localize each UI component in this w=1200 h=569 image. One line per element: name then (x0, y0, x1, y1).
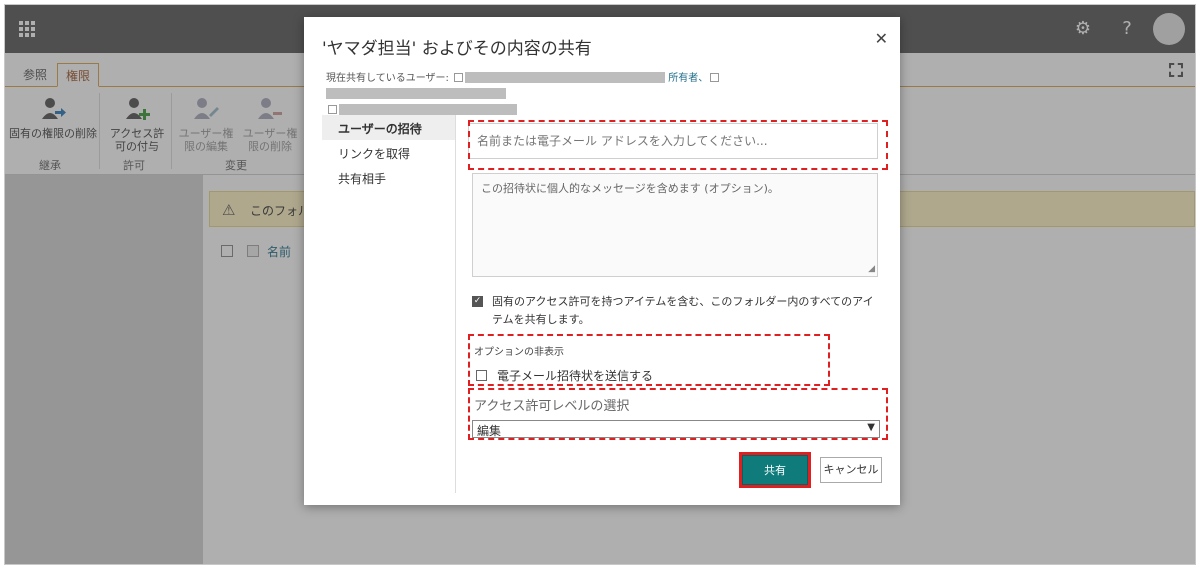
redacted-user (339, 104, 517, 115)
dialog-nav: ユーザーの招待 リンクを取得 共有相手 (322, 115, 456, 493)
share-dialog: 'ヤマダ担当' およびその内容の共有 ✕ 現在共有しているユーザー: 所有者、 … (304, 17, 900, 505)
include-items-label: 固有のアクセス許可を持つアイテムを含む、このフォルダー内のすべてのアイテムを共有… (492, 295, 874, 326)
personal-message-textarea[interactable]: この招待状に個人的なメッセージを含めます (オプション)。 ◢ (472, 173, 878, 277)
browser-frame: ⚙ ? 参照 権限 固有の権限の削除 アクセス許可の付与 ユーザー権限の編集 ユ… (4, 4, 1196, 565)
user-presence-icon (710, 73, 720, 82)
user-presence-icon (328, 105, 337, 114)
redacted-user (465, 72, 666, 83)
message-placeholder: この招待状に個人的なメッセージを含めます (オプション)。 (481, 182, 779, 195)
shared-with-line: 現在共有しているユーザー: 所有者、 (326, 71, 886, 119)
highlight-email-option (468, 334, 830, 386)
owners-link[interactable]: 所有者、 (668, 73, 708, 84)
highlight-share-button (739, 452, 811, 488)
redacted-user (326, 88, 506, 99)
cancel-button[interactable]: キャンセル (820, 457, 882, 483)
highlight-permission-level (468, 388, 888, 440)
resize-handle-icon[interactable]: ◢ (868, 264, 875, 274)
nav-invite-people[interactable]: ユーザーの招待 (322, 115, 455, 140)
nav-get-link[interactable]: リンクを取得 (322, 140, 455, 165)
include-items-checkbox[interactable]: ✓ (472, 296, 483, 307)
nav-shared-with[interactable]: 共有相手 (322, 165, 455, 190)
dialog-title: 'ヤマダ担当' およびその内容の共有 (322, 39, 592, 59)
shared-with-label: 現在共有しているユーザー: (326, 73, 449, 84)
user-presence-icon (454, 73, 464, 82)
highlight-name-input (468, 120, 888, 170)
include-items-option[interactable]: ✓ 固有のアクセス許可を持つアイテムを含む、このフォルダー内のすべてのアイテムを… (472, 293, 882, 329)
close-icon[interactable]: ✕ (875, 29, 888, 48)
